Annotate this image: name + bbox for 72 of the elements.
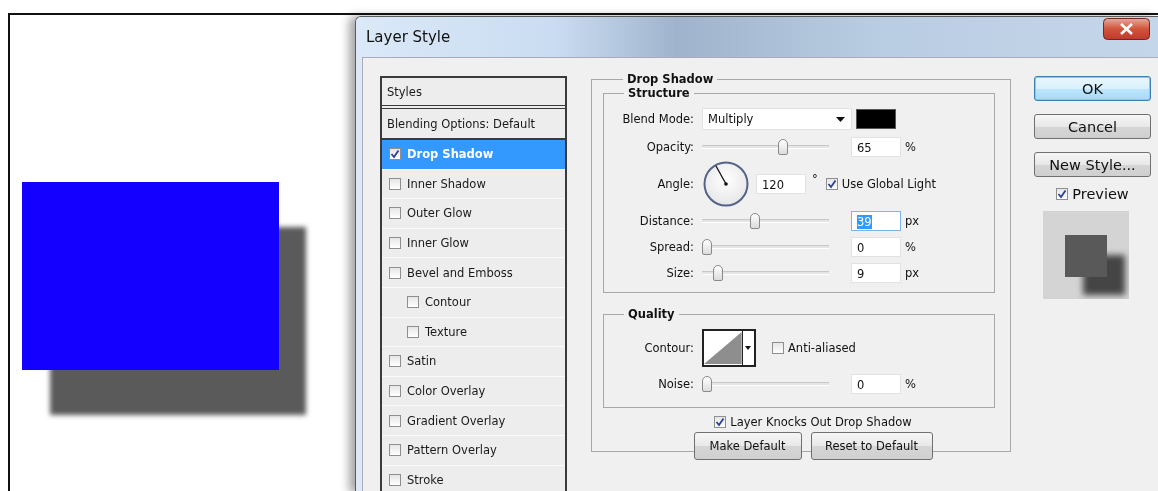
unit-label: ° xyxy=(812,172,818,186)
field-label: Blend Mode: xyxy=(621,112,695,126)
unit-label: % xyxy=(905,140,917,154)
checkbox-label: Layer Knocks Out Drop Shadow xyxy=(730,415,912,429)
checkbox[interactable] xyxy=(389,355,401,368)
style-list-item[interactable]: Texture xyxy=(382,317,565,348)
style-list-item[interactable]: Color Overlay xyxy=(382,376,565,407)
color-swatch[interactable] xyxy=(856,109,896,129)
slider-thumb[interactable] xyxy=(749,213,760,229)
slider-thumb[interactable] xyxy=(702,239,712,255)
number-field[interactable]: 0 xyxy=(851,374,901,394)
field-label: Opacity: xyxy=(646,140,694,154)
slider-thumb[interactable] xyxy=(702,376,712,392)
style-list-item[interactable]: Outer Glow xyxy=(382,199,565,229)
caret-icon xyxy=(836,116,845,122)
dialog-button[interactable]: OK xyxy=(1034,76,1151,101)
checkbox[interactable] xyxy=(407,325,419,338)
number-field[interactable]: 9 xyxy=(851,263,901,283)
style-list-item[interactable]: Gradient Overlay xyxy=(382,406,565,436)
style-list-item[interactable]: Stroke xyxy=(382,465,565,491)
checkbox-label: Use Global Light xyxy=(841,177,936,191)
style-list-item[interactable]: Inner Shadow xyxy=(382,169,565,200)
checkbox-label: Preview xyxy=(1072,186,1129,202)
field-label: Noise: xyxy=(658,377,694,391)
dialog-button[interactable]: Make Default xyxy=(693,432,802,460)
window-title: Layer Style xyxy=(366,28,451,46)
field-label: Angle: xyxy=(656,177,695,191)
dialog-button[interactable]: Reset to Default xyxy=(810,432,933,460)
checkbox[interactable] xyxy=(389,385,401,398)
list-header: Styles xyxy=(382,78,565,109)
group-title: Drop Shadow xyxy=(626,72,715,86)
checkbox[interactable] xyxy=(1056,188,1069,200)
checkbox[interactable] xyxy=(389,177,401,190)
field-label: Spread: xyxy=(649,240,694,254)
caret-icon xyxy=(745,346,752,350)
unit-label: px xyxy=(905,266,921,280)
dialog-button[interactable]: New Style... xyxy=(1034,152,1151,177)
group-title: Structure xyxy=(627,86,691,100)
contour-picker[interactable] xyxy=(702,329,756,367)
field-label: Contour: xyxy=(643,341,695,355)
checkbox[interactable] xyxy=(407,296,419,309)
checkbox[interactable] xyxy=(389,237,401,250)
blend-mode-dropdown[interactable]: Multiply xyxy=(702,108,852,130)
style-list-item[interactable]: Pattern Overlay xyxy=(382,435,565,466)
checkbox[interactable] xyxy=(389,444,401,457)
unit-label: % xyxy=(905,377,917,391)
checkbox[interactable] xyxy=(714,416,727,428)
angle-dial[interactable] xyxy=(702,161,750,207)
checkbox-label: Anti-aliased xyxy=(788,341,856,355)
number-field[interactable]: 0 xyxy=(851,237,901,257)
checkbox[interactable] xyxy=(389,207,401,220)
checkbox[interactable] xyxy=(389,473,401,486)
field-label: Size: xyxy=(666,266,694,280)
number-field[interactable]: 65 xyxy=(851,137,901,157)
slider-thumb[interactable] xyxy=(778,139,789,155)
checkbox[interactable] xyxy=(389,266,401,279)
group-title: Quality xyxy=(627,307,676,321)
field-label: Distance: xyxy=(639,214,694,228)
style-list-item[interactable]: Inner Glow xyxy=(382,228,565,259)
dialog-button[interactable]: Cancel xyxy=(1034,114,1151,139)
close-icon[interactable] xyxy=(1103,18,1150,40)
unit-label: % xyxy=(905,240,917,254)
checkbox[interactable] xyxy=(772,342,784,354)
checkbox[interactable] xyxy=(389,414,401,427)
style-list-item[interactable]: Satin xyxy=(382,347,565,377)
unit-label: px xyxy=(905,214,921,228)
checkbox[interactable] xyxy=(389,148,401,161)
number-field[interactable]: 120 xyxy=(756,174,806,194)
checkbox[interactable] xyxy=(825,178,838,190)
style-list-item[interactable]: Contour xyxy=(382,287,565,318)
style-list-item[interactable]: Bevel and Emboss xyxy=(382,258,565,288)
slider-thumb[interactable] xyxy=(712,265,723,281)
